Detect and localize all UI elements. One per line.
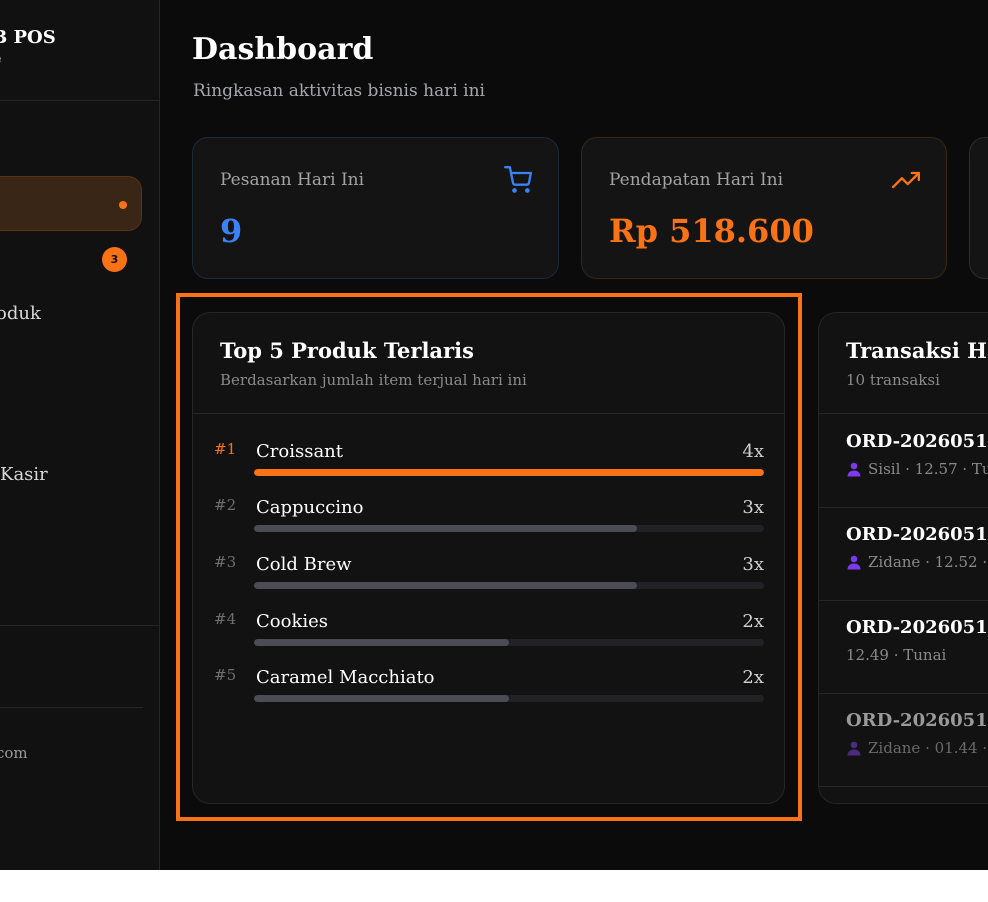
- stat-label: Pesanan Hari Ini: [220, 170, 365, 190]
- transaction-row[interactable]: ORD-20260518-53 Zidane · 12.52 · T: [819, 507, 988, 601]
- product-item: #2 Cappuccino 3x: [214, 496, 764, 552]
- user-icon: [847, 555, 861, 570]
- product-item: #3 Cold Brew 3x: [214, 553, 764, 609]
- product-rank: #2: [214, 496, 237, 514]
- app-window: B POS e 3 oduk Kasir com Dashboard Ringk…: [0, 0, 988, 870]
- user-icon: [847, 741, 861, 756]
- progress-fill: [254, 525, 637, 532]
- sidebar-item-kasir[interactable]: Kasir: [0, 464, 48, 485]
- sidebar-item-produk[interactable]: oduk: [0, 303, 41, 324]
- sidebar: B POS e 3 oduk Kasir com: [0, 0, 160, 870]
- transaction-meta-text: Zidane · 12.52 · T: [868, 553, 988, 571]
- stat-label: Pendapatan Hari Ini: [609, 170, 784, 190]
- top-products-card: Top 5 Produk Terlaris Berdasarkan jumlah…: [192, 312, 785, 804]
- transaction-id: ORD-20260518-53: [846, 524, 988, 545]
- transaction-row[interactable]: ORD-20260517-45 Zidane · 01.44 · T: [819, 693, 988, 787]
- product-item: #4 Cookies 2x: [214, 610, 764, 666]
- product-name: Croissant: [256, 441, 344, 462]
- page-title: Dashboard: [192, 32, 374, 67]
- progress-fill: [254, 469, 764, 476]
- progress-track: [254, 582, 764, 589]
- product-qty: 3x: [742, 554, 764, 575]
- transaction-id: ORD-20260517-45: [846, 710, 988, 731]
- product-name: Cappuccino: [256, 497, 364, 518]
- transaction-row[interactable]: ORD-20260518-84 Sisil · 12.57 · Tun: [819, 414, 988, 508]
- product-qty: 4x: [742, 441, 764, 462]
- card-title: Top 5 Produk Terlaris: [220, 338, 474, 363]
- progress-fill: [254, 582, 637, 589]
- transaction-meta-text: Zidane · 01.44 · T: [868, 739, 988, 757]
- product-item: #1 Croissant 4x: [214, 440, 764, 496]
- progress-track: [254, 695, 764, 702]
- product-rank: #3: [214, 553, 237, 571]
- user-email: com: [0, 744, 28, 762]
- transactions-card: Transaksi Hari 10 transaksi ORD-20260518…: [818, 312, 988, 804]
- transaction-meta-text: Sisil · 12.57 · Tun: [868, 460, 988, 478]
- trending-up-icon: [892, 171, 920, 189]
- card-subtitle: Berdasarkan jumlah item terjual hari ini: [220, 371, 527, 389]
- product-rank: #1: [214, 440, 237, 458]
- transaction-meta: Zidane · 01.44 · T: [846, 739, 988, 757]
- transaction-meta-text: 12.49 · Tunai: [846, 646, 947, 664]
- brand-title: B POS: [0, 27, 56, 48]
- transaction-meta: Sisil · 12.57 · Tun: [846, 460, 988, 478]
- progress-fill: [254, 695, 509, 702]
- product-name: Cold Brew: [256, 554, 352, 575]
- sidebar-divider: [0, 100, 159, 101]
- transaction-row[interactable]: ORD-20260518-39 12.49 · Tunai: [819, 600, 988, 694]
- transaction-id: ORD-20260518-84: [846, 431, 988, 452]
- progress-fill: [254, 639, 509, 646]
- product-rank: #4: [214, 610, 237, 628]
- progress-track: [254, 639, 764, 646]
- active-indicator-dot: [119, 201, 127, 209]
- product-qty: 2x: [742, 611, 764, 632]
- sidebar-divider: [0, 707, 143, 708]
- transaction-meta: Zidane · 12.52 · T: [846, 553, 988, 571]
- sidebar-badge: 3: [102, 247, 127, 272]
- stat-card-orders: Pesanan Hari Ini 9: [192, 137, 559, 279]
- product-qty: 2x: [742, 667, 764, 688]
- brand-subtitle: e: [0, 52, 2, 67]
- product-name: Cookies: [256, 611, 328, 632]
- card-subtitle: 10 transaksi: [846, 371, 940, 389]
- cart-icon: [504, 166, 532, 193]
- product-rank: #5: [214, 666, 237, 684]
- product-item: #5 Caramel Macchiato 2x: [214, 666, 764, 722]
- card-title: Transaksi Hari: [846, 338, 988, 363]
- progress-track: [254, 469, 764, 476]
- card-divider: [193, 413, 784, 414]
- sidebar-item-dashboard-active[interactable]: [0, 176, 142, 231]
- product-name: Caramel Macchiato: [256, 667, 435, 688]
- user-icon: [847, 462, 861, 477]
- stat-value: Rp 518.600: [609, 212, 814, 250]
- sidebar-divider: [0, 625, 159, 626]
- transaction-meta: 12.49 · Tunai: [846, 646, 946, 664]
- progress-track: [254, 525, 764, 532]
- stat-card-partial: [969, 137, 988, 279]
- stat-card-revenue: Pendapatan Hari Ini Rp 518.600: [581, 137, 947, 279]
- stat-value: 9: [220, 212, 243, 250]
- product-qty: 3x: [742, 497, 764, 518]
- page-subtitle: Ringkasan aktivitas bisnis hari ini: [193, 81, 485, 101]
- transaction-id: ORD-20260518-39: [846, 617, 988, 638]
